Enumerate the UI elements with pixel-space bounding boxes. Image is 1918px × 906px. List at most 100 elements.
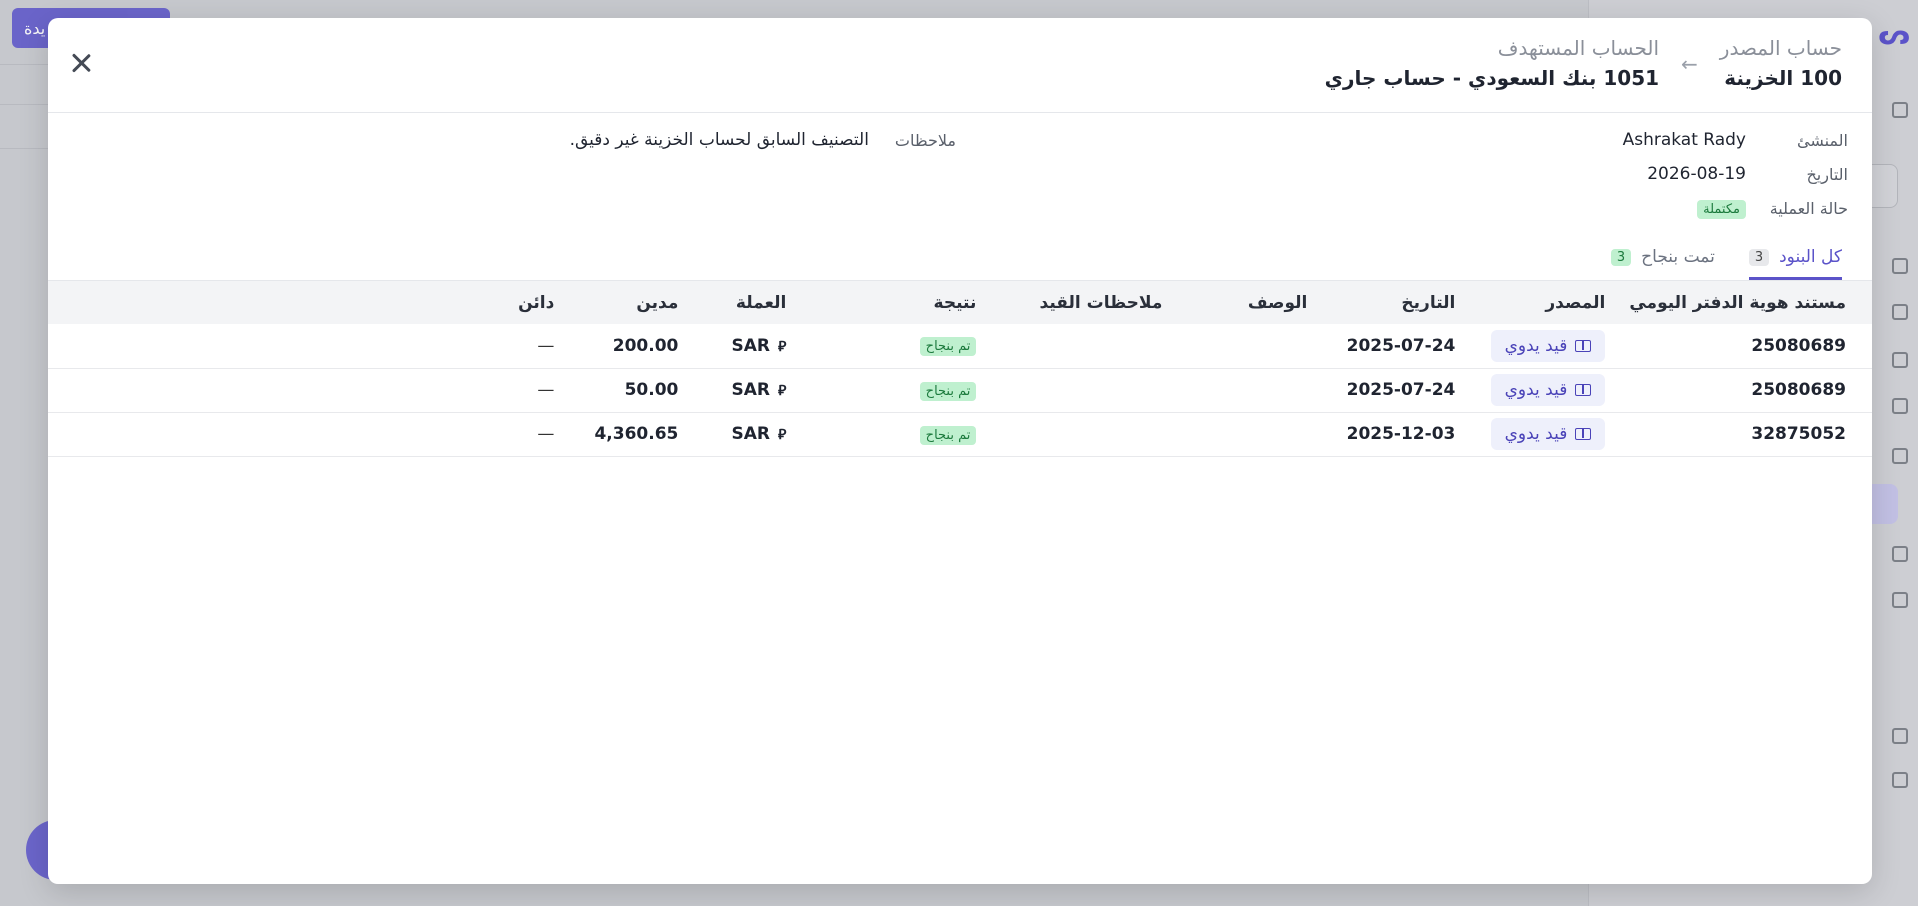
- header-notes: ملاحظات القيد: [1039, 292, 1163, 313]
- cell-debit: 50.00: [566, 368, 691, 413]
- clock-icon: [1892, 728, 1908, 744]
- header-spacer: [48, 281, 442, 324]
- source-account-value: 100 الخزينة: [1724, 66, 1842, 90]
- result-badge: تم بنجاح: [919, 381, 977, 401]
- date-value: 2026-08-19: [1647, 164, 1746, 184]
- status-label: حالة العملية: [1769, 198, 1848, 218]
- tabs: كل البنود 3 تمت بنجاح 3: [48, 233, 1872, 281]
- header-desc: الوصف: [1247, 292, 1308, 313]
- result-badge: تم بنجاح: [919, 425, 977, 445]
- cell-doc: 32875052: [1617, 412, 1872, 457]
- result-badge: تم بنجاح: [919, 337, 977, 357]
- cell-credit: —: [442, 412, 567, 457]
- tab-all-items[interactable]: كل البنود 3: [1748, 247, 1842, 280]
- tab-label: كل البنود: [1779, 247, 1842, 267]
- source-chip[interactable]: قيد يدوي: [1490, 418, 1606, 450]
- cell-doc: 25080689: [1617, 368, 1872, 413]
- user-icon: [1892, 546, 1908, 562]
- dashboard-icon: [1892, 102, 1908, 118]
- transfer-details-modal: حساب المصدر 100 الخزينة ← الحساب المستهد…: [48, 18, 1872, 884]
- operation-details: المنشئ Ashrakat Rady التاريخ 2026-08-19 …: [48, 113, 1872, 233]
- riyal-icon: ⃁: [778, 383, 787, 399]
- notes-value: التصنيف السابق لحساب الخزينة غير دقيق.: [569, 130, 869, 150]
- source-chip[interactable]: قيد يدوي: [1490, 374, 1606, 406]
- divider: [0, 148, 48, 149]
- gear-icon: [1892, 772, 1908, 788]
- source-label: قيد يدوي: [1504, 380, 1568, 400]
- header-source: المصدر: [1545, 292, 1606, 313]
- shield-icon: [1892, 592, 1908, 608]
- riyal-icon: ⃁: [778, 338, 787, 355]
- source-account: حساب المصدر 100 الخزينة: [1720, 36, 1842, 90]
- cell-date: 2025-12-03: [1319, 412, 1468, 457]
- header-currency: العملة: [735, 292, 787, 313]
- book-icon: [1575, 428, 1592, 440]
- grid-icon: [1892, 304, 1908, 320]
- cell-desc: [1174, 412, 1320, 457]
- creator-label: المنشئ: [1796, 130, 1848, 150]
- notes-label: ملاحظات: [894, 130, 956, 150]
- target-account-label: الحساب المستهدف: [1497, 36, 1660, 60]
- bag-icon: [1892, 352, 1908, 368]
- source-account-label: حساب المصدر: [1719, 36, 1842, 60]
- close-icon[interactable]: [66, 48, 96, 78]
- source-label: قيد يدوي: [1504, 424, 1568, 444]
- book-icon: [1575, 384, 1592, 396]
- cell-source: قيد يدوي: [1467, 412, 1618, 457]
- cell-spacer: [48, 412, 443, 457]
- tab-successful[interactable]: تمت بنجاح 3: [1610, 247, 1715, 280]
- cell-credit: —: [442, 324, 567, 369]
- source-chip[interactable]: قيد يدوي: [1490, 329, 1606, 362]
- cell-debit: 200.00: [566, 324, 691, 369]
- cell-result: تم بنجاح: [798, 324, 989, 369]
- meta-creator: المنشئ Ashrakat Rady: [1623, 123, 1848, 157]
- cell-debit: 4,360.65: [566, 412, 691, 457]
- creator-value: Ashrakat Rady: [1622, 130, 1746, 150]
- cell-notes: [988, 412, 1175, 457]
- meta-date: التاريخ 2026-08-19: [1623, 157, 1848, 191]
- cell-notes: [988, 324, 1175, 369]
- cell-spacer: [48, 368, 443, 413]
- table-header-row: مستند هوية الدفتر اليومي المصدر التاريخ …: [48, 281, 1872, 324]
- cell-date: 2025-07-24: [1319, 324, 1468, 369]
- cell-source: قيد يدوي: [1467, 324, 1618, 369]
- modal-header: حساب المصدر 100 الخزينة ← الحساب المستهد…: [48, 18, 1872, 113]
- currency-code: SAR: [731, 424, 771, 444]
- cell-spacer: [48, 324, 443, 369]
- header-doc: مستند هوية الدفتر اليومي: [1629, 292, 1846, 313]
- status-value: مكتملة: [1697, 198, 1746, 219]
- target-account: الحساب المستهدف 1051 بنك السعودي - حساب …: [1325, 36, 1659, 90]
- tab-count-badge: 3: [1748, 248, 1770, 266]
- date-label: التاريخ: [1806, 164, 1848, 184]
- status-badge: مكتملة: [1697, 199, 1746, 219]
- new-item-button-label: يدة: [24, 18, 46, 38]
- cell-currency: ⃁ SAR: [690, 368, 799, 413]
- table-row: 25080689 قيد يدوي 2025-07-24 تم بنجاح ⃁ S…: [48, 368, 1872, 413]
- book-icon: [1575, 339, 1592, 352]
- cell-desc: [1174, 324, 1320, 369]
- source-label: قيد يدوي: [1504, 335, 1568, 356]
- header-debit: مدين: [636, 292, 679, 313]
- header-credit: دائن: [518, 292, 555, 313]
- table-row: 25080689 قيد يدوي 2025-07-24 تم بنجاح ⃁ S…: [48, 324, 1872, 369]
- cart-icon: [1892, 398, 1908, 414]
- cell-credit: —: [442, 368, 567, 413]
- cell-currency: ⃁ SAR: [690, 412, 799, 457]
- currency-code: SAR: [731, 335, 771, 356]
- cell-notes: [988, 368, 1175, 413]
- cell-date: 2025-07-24: [1319, 368, 1468, 413]
- items-table: مستند هوية الدفتر اليومي المصدر التاريخ …: [48, 281, 1872, 457]
- header-result: نتيجة: [933, 292, 977, 313]
- tab-label: تمت بنجاح: [1641, 247, 1715, 267]
- meta-notes: ملاحظات التصنيف السابق لحساب الخزينة غير…: [570, 123, 956, 157]
- app-logo: ᔕ: [1878, 18, 1910, 51]
- table-row: 32875052 قيد يدوي 2025-12-03 تم بنجاح ⃁ S…: [48, 412, 1872, 457]
- meta-status: حالة العملية مكتملة: [1623, 191, 1848, 225]
- account-route: حساب المصدر 100 الخزينة ← الحساب المستهد…: [78, 36, 1842, 90]
- calculator-icon: [1892, 448, 1908, 464]
- cell-doc: 25080689: [1617, 324, 1872, 369]
- menu-icon: [1892, 258, 1908, 274]
- meta-list: المنشئ Ashrakat Rady التاريخ 2026-08-19 …: [1623, 123, 1848, 225]
- tab-count-badge: 3: [1610, 248, 1632, 266]
- cell-source: قيد يدوي: [1467, 368, 1618, 413]
